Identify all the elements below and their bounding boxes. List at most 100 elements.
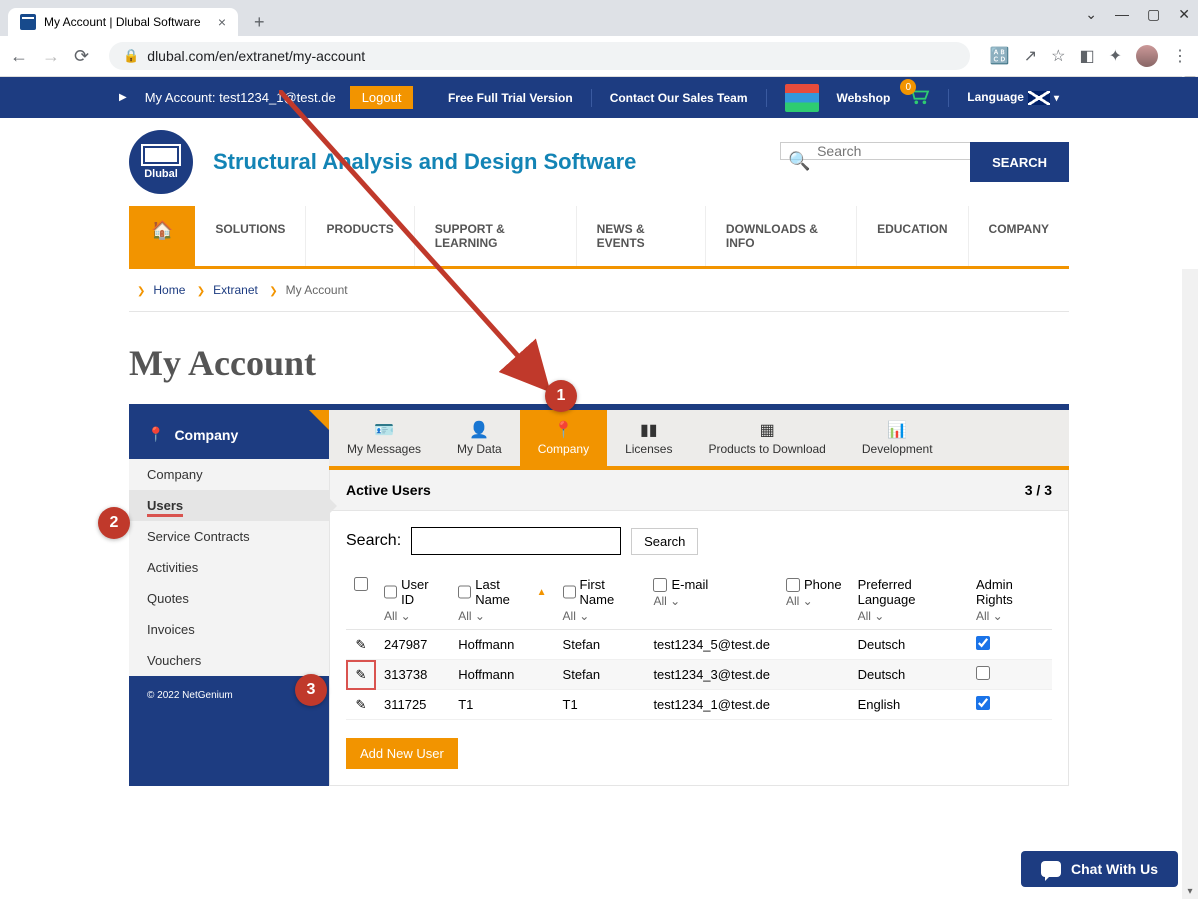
- language-selector[interactable]: Language▾: [967, 90, 1059, 105]
- col-checkbox[interactable]: [458, 585, 471, 599]
- nav-education[interactable]: EDUCATION: [857, 206, 968, 266]
- cart-button[interactable]: 0: [908, 87, 930, 108]
- filter-admin[interactable]: All ⌄: [976, 609, 1044, 623]
- cell-language: Deutsch: [850, 660, 968, 690]
- nav-news-events[interactable]: NEWS & EVENTS: [577, 206, 706, 266]
- sidebar-item-vouchers[interactable]: Vouchers: [129, 645, 329, 676]
- account-panel: 📍 Company Company Users Service Contract…: [129, 410, 1069, 786]
- nav-home[interactable]: 🏠: [129, 206, 195, 266]
- col-checkbox[interactable]: [384, 585, 397, 599]
- trial-link[interactable]: Free Full Trial Version: [448, 91, 573, 105]
- sidebar-item-service-contracts[interactable]: Service Contracts: [129, 521, 329, 552]
- tab-company[interactable]: 📍Company: [520, 410, 607, 466]
- admin-checkbox[interactable]: [976, 696, 990, 710]
- tab-products-download[interactable]: ▦Products to Download: [690, 410, 843, 466]
- nav-downloads-info[interactable]: DOWNLOADS & INFO: [706, 206, 857, 266]
- divider: [948, 89, 949, 107]
- kebab-menu-icon[interactable]: ⋮: [1172, 46, 1188, 66]
- cell-admin[interactable]: [968, 630, 1052, 660]
- users-search-input[interactable]: [411, 527, 621, 555]
- filter-last-name[interactable]: All ⌄: [458, 609, 546, 623]
- col-checkbox[interactable]: [653, 578, 667, 592]
- users-search-button[interactable]: Search: [631, 528, 698, 555]
- sort-asc-icon[interactable]: ▲: [537, 587, 547, 598]
- puzzle-icon[interactable]: ✦: [1109, 46, 1122, 66]
- page-title: My Account: [129, 312, 1069, 404]
- profile-avatar[interactable]: [1136, 45, 1158, 67]
- cell-admin[interactable]: [968, 690, 1052, 720]
- sidebar-item-activities[interactable]: Activities: [129, 552, 329, 583]
- search-icon: 🔍: [788, 151, 810, 172]
- extension-icon[interactable]: ◧: [1079, 46, 1094, 66]
- header-search-button[interactable]: SEARCH: [970, 142, 1069, 182]
- table-row[interactable]: ✎311725T1T1test1234_1@test.deEnglish: [346, 690, 1052, 720]
- forward-button[interactable]: →: [42, 46, 60, 67]
- chat-widget[interactable]: Chat With Us: [1021, 851, 1178, 887]
- admin-checkbox[interactable]: [976, 666, 990, 680]
- sidebar-item-quotes[interactable]: Quotes: [129, 583, 329, 614]
- cell-email: test1234_3@test.de: [645, 660, 778, 690]
- products-icon[interactable]: [785, 84, 819, 112]
- col-checkbox[interactable]: [563, 585, 576, 599]
- share-icon[interactable]: ↗: [1024, 46, 1037, 66]
- filter-language[interactable]: All ⌄: [858, 609, 960, 623]
- table-row[interactable]: ✎247987HoffmannStefantest1234_5@test.deD…: [346, 630, 1052, 660]
- tab-my-data[interactable]: 👤My Data: [439, 410, 520, 466]
- dlubal-logo[interactable]: Dlubal: [129, 130, 193, 194]
- nav-solutions[interactable]: SOLUTIONS: [195, 206, 306, 266]
- filter-phone[interactable]: All ⌄: [786, 594, 842, 608]
- tab-my-messages[interactable]: 🪪My Messages: [329, 410, 439, 466]
- star-icon[interactable]: ☆: [1051, 46, 1065, 66]
- cell-email: test1234_1@test.de: [645, 690, 778, 720]
- sidebar-item-invoices[interactable]: Invoices: [129, 614, 329, 645]
- sidebar-item-users[interactable]: Users: [129, 490, 329, 521]
- top-strip: ▶ My Account: test1234_1@test.de Logout …: [0, 77, 1198, 118]
- contact-link[interactable]: Contact Our Sales Team: [610, 91, 748, 105]
- tab-development[interactable]: 📊Development: [844, 410, 951, 466]
- pin-icon: 📍: [147, 426, 164, 443]
- filter-first-name[interactable]: All ⌄: [563, 609, 638, 623]
- section-header: Active Users 3 / 3: [330, 470, 1068, 511]
- translate-icon[interactable]: 🔠: [990, 46, 1010, 66]
- minimize-icon[interactable]: —: [1115, 6, 1129, 23]
- maximize-icon[interactable]: ▢: [1147, 6, 1160, 23]
- divider: [591, 89, 592, 107]
- sidebar-item-company[interactable]: Company: [129, 459, 329, 490]
- edit-row-button[interactable]: ✎: [346, 660, 376, 690]
- tab-licenses[interactable]: ▮▮Licenses: [607, 410, 690, 466]
- nav-products[interactable]: PRODUCTS: [306, 206, 414, 266]
- main-nav: 🏠 SOLUTIONS PRODUCTS SUPPORT & LEARNING …: [129, 206, 1069, 269]
- crumb-home[interactable]: Home: [153, 283, 185, 297]
- add-new-user-button[interactable]: Add New User: [346, 738, 458, 769]
- id-card-icon: 🪪: [347, 420, 421, 440]
- cell-admin[interactable]: [968, 660, 1052, 690]
- cell-last-name: Hoffmann: [450, 630, 554, 660]
- select-all-checkbox[interactable]: [354, 577, 368, 591]
- scroll-down-arrow[interactable]: ▾: [1182, 883, 1198, 899]
- bars-icon: ▮▮: [625, 420, 672, 440]
- crumb-extranet[interactable]: Extranet: [213, 283, 258, 297]
- table-row[interactable]: ✎313738HoffmannStefantest1234_3@test.deD…: [346, 660, 1052, 690]
- cell-first-name: Stefan: [555, 630, 646, 660]
- col-checkbox[interactable]: [786, 578, 800, 592]
- flag-uk-icon: [1028, 91, 1050, 105]
- close-icon[interactable]: ×: [218, 14, 226, 30]
- webshop-link[interactable]: Webshop: [837, 91, 891, 105]
- nav-support-learning[interactable]: SUPPORT & LEARNING: [415, 206, 577, 266]
- edit-row-button[interactable]: ✎: [346, 630, 376, 660]
- nav-company[interactable]: COMPANY: [969, 206, 1069, 266]
- logout-button[interactable]: Logout: [350, 86, 414, 109]
- edit-row-button[interactable]: ✎: [346, 690, 376, 720]
- reload-button[interactable]: ⟳: [74, 46, 89, 67]
- address-bar: ← → ⟳ 🔒 dlubal.com/en/extranet/my-accoun…: [0, 36, 1198, 76]
- close-window-icon[interactable]: ✕: [1178, 6, 1190, 23]
- chevron-down-icon[interactable]: ⌄: [1085, 6, 1097, 23]
- admin-checkbox[interactable]: [976, 636, 990, 650]
- url-field[interactable]: 🔒 dlubal.com/en/extranet/my-account: [109, 42, 970, 70]
- browser-tab[interactable]: My Account | Dlubal Software ×: [8, 8, 238, 36]
- filter-email[interactable]: All ⌄: [653, 594, 770, 608]
- back-button[interactable]: ←: [10, 46, 28, 67]
- filter-user-id[interactable]: All ⌄: [384, 609, 442, 623]
- url-text: dlubal.com/en/extranet/my-account: [147, 48, 365, 64]
- new-tab-button[interactable]: +: [246, 8, 273, 37]
